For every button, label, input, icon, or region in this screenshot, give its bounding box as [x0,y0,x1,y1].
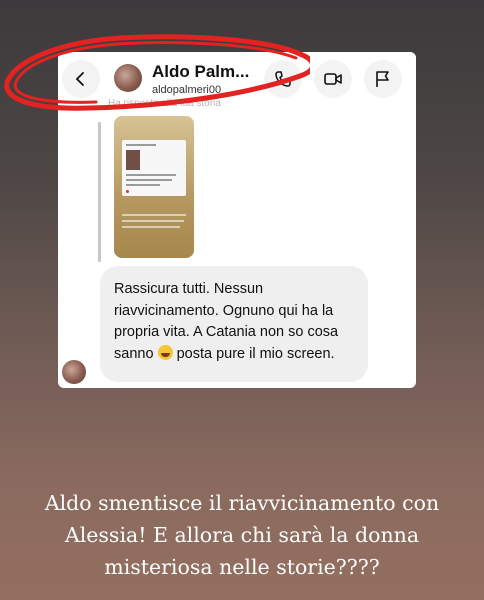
story-inner-line [126,174,176,176]
phone-icon [275,71,291,87]
back-chevron-icon [75,72,84,86]
reply-context-label: Ha risposto alla tua storia [108,98,221,109]
contact-handle: aldopalmeri00 [152,84,222,96]
flag-icon [376,71,389,87]
sender-avatar[interactable] [62,360,86,384]
story-caption: Aldo smentisce il riavvicinamento con Al… [44,491,440,579]
message-bubble[interactable]: Rassicura tutti. Nessun riavvicinamento.… [100,266,368,382]
story-inner-dot [126,190,129,193]
story-preview-thumbnail[interactable] [114,116,194,258]
story-inner-line [126,144,156,146]
story-inner-line [126,179,172,181]
report-button[interactable] [364,60,402,98]
message-text-part2: posta pure il mio screen. [176,345,335,362]
story-inner-photo [126,150,140,170]
tears-of-joy-emoji-icon [157,344,173,360]
video-camera-icon [324,73,342,85]
reply-quote-bar [98,122,101,262]
contact-name[interactable]: Aldo Palm... [152,62,249,82]
video-call-button[interactable] [314,60,352,98]
call-button[interactable] [264,60,302,98]
story-inner-screenshot [122,140,186,196]
contact-avatar[interactable] [114,64,142,92]
dm-screenshot-card: Aldo Palm... aldopalmeri00 Ha risposto a… [58,52,416,388]
back-button[interactable] [62,60,100,98]
story-inner-line [126,184,160,186]
